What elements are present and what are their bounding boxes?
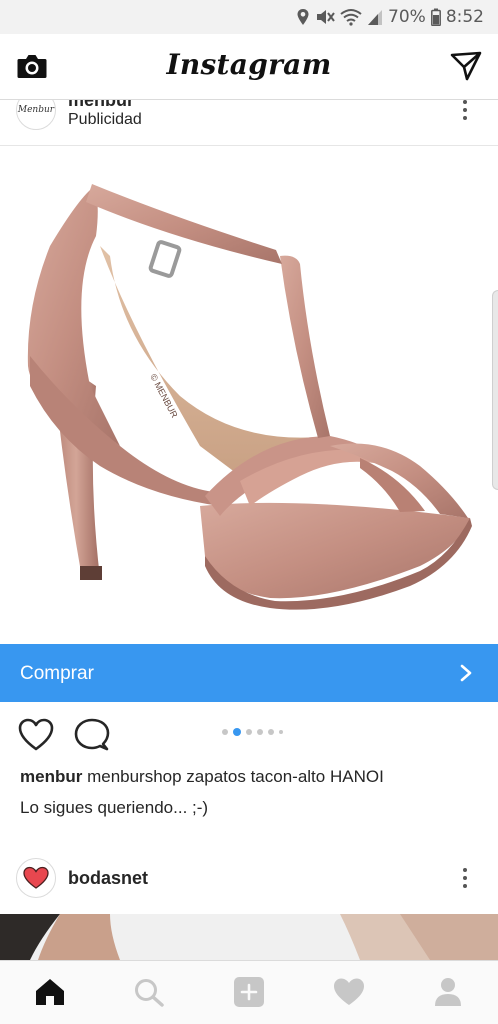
high-heel-sandal-image: © MENBUR: [27, 184, 472, 610]
next-post-more-options-icon[interactable]: [462, 868, 468, 888]
post-image[interactable]: © MENBUR: [0, 146, 498, 644]
next-post-header: bodasnet: [0, 854, 498, 904]
home-icon[interactable]: [34, 977, 66, 1007]
shop-now-bar[interactable]: Comprar: [0, 644, 498, 702]
app-header: Instagram: [0, 34, 498, 100]
bottom-tab-bar: [0, 960, 498, 1024]
carousel-indicator: [222, 728, 283, 736]
caption-username[interactable]: menbur: [20, 767, 82, 786]
sponsored-label: Publicidad: [68, 111, 142, 128]
clock: 8:52: [445, 7, 484, 27]
post-username[interactable]: menbur: [68, 100, 134, 111]
battery-icon: [430, 8, 441, 26]
caption-text: menburshop zapatos tacon-alto HANOI: [87, 767, 384, 786]
next-post-avatar[interactable]: [16, 858, 56, 898]
chevron-right-icon: [460, 664, 472, 682]
carousel-dot: [257, 729, 263, 735]
caption: menbur menburshop zapatos tacon-alto HAN…: [20, 766, 490, 788]
carousel-dot-active: [233, 728, 241, 736]
profile-icon[interactable]: [432, 977, 464, 1007]
wifi-icon: [340, 9, 362, 26]
signal-icon: [368, 10, 383, 25]
heart-logo-icon: [23, 866, 49, 889]
post-actions: [0, 714, 498, 758]
comment-icon[interactable]: [74, 718, 110, 752]
next-post-image[interactable]: [0, 914, 498, 960]
search-icon[interactable]: [133, 977, 165, 1007]
add-icon[interactable]: [233, 977, 265, 1007]
avatar-logo-text: Menbur: [17, 105, 55, 115]
battery-percent: 70%: [388, 7, 426, 27]
location-icon: [297, 9, 309, 25]
more-options-icon[interactable]: [462, 100, 468, 120]
carousel-dot: [246, 729, 252, 735]
next-post-photo: [0, 914, 498, 960]
post-header: Menbur menbur Publicidad: [0, 100, 498, 146]
next-post-username[interactable]: bodasnet: [68, 868, 148, 889]
carousel-dot: [222, 729, 228, 735]
caption-question: Lo sigues queriendo... ;-): [20, 798, 209, 817]
like-icon[interactable]: [18, 718, 54, 752]
edge-handle[interactable]: [492, 290, 498, 490]
activity-icon[interactable]: [333, 977, 365, 1007]
avatar[interactable]: Menbur: [16, 100, 56, 130]
mute-icon: [317, 10, 335, 24]
carousel-dot: [279, 730, 283, 734]
direct-message-icon[interactable]: [450, 51, 482, 81]
app-logo: Instagram: [166, 48, 332, 81]
status-bar: 70% 8:52: [0, 0, 498, 34]
shop-now-label: Comprar: [20, 663, 94, 684]
carousel-dot: [268, 729, 274, 735]
status-icons: 70% 8:52: [296, 6, 484, 28]
